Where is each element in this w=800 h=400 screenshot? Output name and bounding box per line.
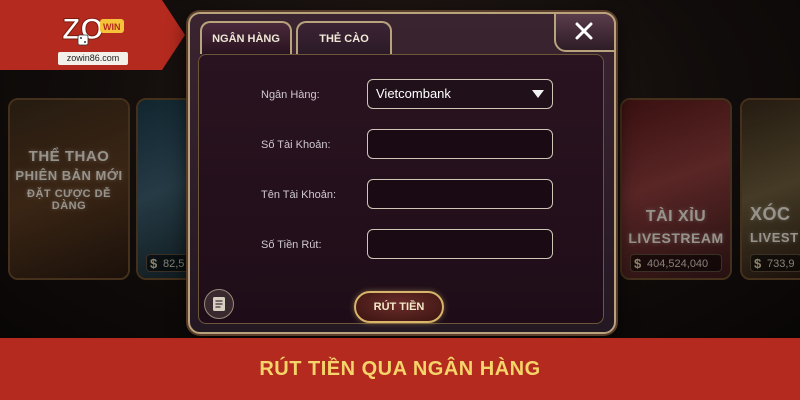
logo-url: zowin86.com xyxy=(58,52,128,65)
tab-scratch-card[interactable]: THẺ CÀO xyxy=(296,21,392,54)
close-button[interactable] xyxy=(554,12,616,52)
history-icon xyxy=(213,297,225,311)
tab-bank[interactable]: NGÂN HÀNG xyxy=(200,21,292,54)
account-number-input[interactable] xyxy=(367,129,553,159)
history-button[interactable] xyxy=(204,289,234,319)
bank-select[interactable]: Vietcombank xyxy=(367,79,553,109)
close-icon xyxy=(575,22,593,40)
caption-banner: RÚT TIỀN QUA NGÂN HÀNG xyxy=(0,338,800,400)
account-name-label: Tên Tài Khoản: xyxy=(261,189,337,201)
caption-text: RÚT TIỀN QUA NGÂN HÀNG xyxy=(259,358,541,380)
brand-logo: ZO WIN zowin86.com xyxy=(0,0,185,70)
withdraw-dialog: NGÂN HÀNG THẺ CÀO Ngân Hàng: Vietcombank… xyxy=(188,12,616,334)
svg-text:WIN: WIN xyxy=(103,22,121,32)
withdraw-submit-button[interactable]: RÚT TIỀN xyxy=(354,291,444,323)
zowin-logo-badge: ZO WIN xyxy=(62,13,124,47)
withdraw-amount-label: Số Tiền Rút: xyxy=(261,239,322,251)
bank-select-value: Vietcombank xyxy=(376,86,451,101)
bank-withdraw-form: Ngân Hàng: Vietcombank Số Tài Khoản: Tên… xyxy=(198,54,604,324)
account-name-input[interactable] xyxy=(367,179,553,209)
account-number-label: Số Tài Khoản: xyxy=(261,139,331,151)
dropdown-arrow-icon xyxy=(532,90,544,98)
withdraw-amount-input[interactable] xyxy=(367,229,553,259)
bank-label: Ngân Hàng: xyxy=(261,89,320,101)
